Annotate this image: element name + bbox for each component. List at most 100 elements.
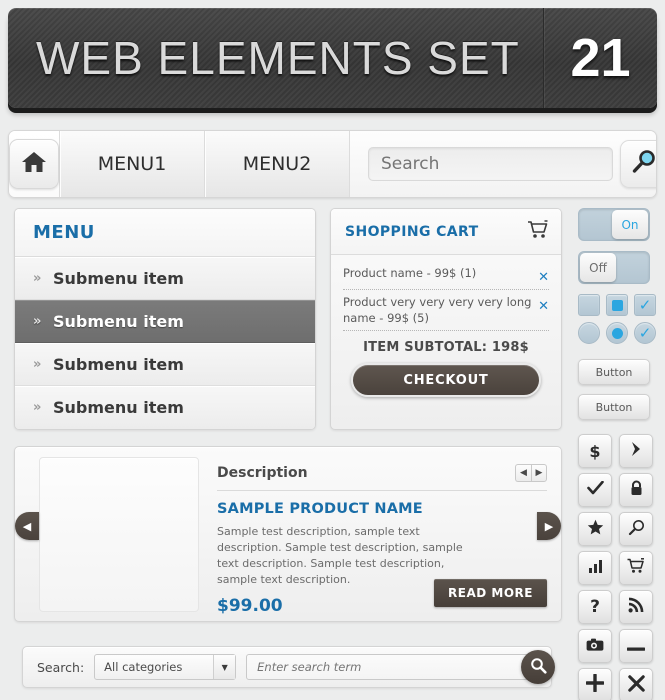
cart-items-list: Product name - 99$ (1) ✕ Product very ve… xyxy=(331,255,561,398)
toggle-knob: Off xyxy=(580,253,616,282)
close-icon xyxy=(627,674,645,696)
menu-item-3[interactable]: » Submenu item xyxy=(15,343,315,386)
product-description: Sample test description, sample text des… xyxy=(217,525,463,586)
dollar-icon: $ xyxy=(589,441,601,461)
magnifier-icon xyxy=(530,657,547,678)
rail-button-1[interactable]: Button xyxy=(578,359,650,385)
product-name: SAMPLE PRODUCT NAME xyxy=(217,501,423,517)
menu-item-4[interactable]: » Submenu item xyxy=(15,386,315,429)
icon-button-minus[interactable] xyxy=(619,629,653,663)
icon-button-help[interactable]: ? xyxy=(578,590,612,624)
product-content: Description ◀ ▶ SAMPLE PRODUCT NAME Samp… xyxy=(15,447,561,621)
menu-item-label: Submenu item xyxy=(53,354,184,374)
search-input-wrap xyxy=(246,650,555,684)
carousel-prev-button[interactable]: ◀ xyxy=(15,512,39,540)
checkbox-checked[interactable]: ✓ xyxy=(634,294,656,316)
cart-header: SHOPPING CART xyxy=(331,209,561,255)
checkout-button[interactable]: CHECKOUT xyxy=(351,363,541,398)
icon-button-cart[interactable] xyxy=(619,551,653,585)
nav-item-menu2[interactable]: MENU2 xyxy=(205,131,350,197)
main-navbar: MENU1 MENU2 xyxy=(8,130,657,198)
description-bar: Description ◀ ▶ xyxy=(217,464,547,491)
icon-button-rss[interactable] xyxy=(619,590,653,624)
search-term-input[interactable] xyxy=(246,654,551,680)
cart-item-row: Product name - 99$ (1) ✕ xyxy=(343,261,549,290)
icon-button-next[interactable] xyxy=(619,434,653,468)
bullet-icon: » xyxy=(33,356,42,372)
nav-item-menu1[interactable]: MENU1 xyxy=(60,131,205,197)
checkbox-filled[interactable] xyxy=(606,294,628,316)
menu-item-1[interactable]: » Submenu item xyxy=(15,257,315,300)
category-select[interactable]: All categories ▼ xyxy=(94,654,237,680)
toggle-switch-on[interactable]: On xyxy=(578,208,650,241)
banner-title: WEB ELEMENTS SET xyxy=(36,32,520,84)
nav-home-cell xyxy=(9,131,60,197)
icon-button-grid: $ ? xyxy=(578,434,658,700)
chevron-right-icon xyxy=(629,441,643,461)
category-select-value: All categories xyxy=(104,660,183,674)
search-icon xyxy=(628,519,645,540)
icon-button-star[interactable] xyxy=(578,512,612,546)
rss-icon xyxy=(628,597,644,617)
checkbox-row: ✓ xyxy=(578,294,658,316)
bottom-search-bar: Search: All categories ▼ xyxy=(22,646,555,688)
magnifier-icon xyxy=(630,148,656,180)
question-icon: ? xyxy=(590,597,600,617)
menu-panel-title: MENU xyxy=(15,209,315,257)
radio-row: ✓ xyxy=(578,322,658,344)
minus-icon xyxy=(627,637,645,656)
checkbox-empty[interactable] xyxy=(578,294,600,316)
menu-item-2[interactable]: » Submenu item xyxy=(15,300,315,343)
icon-button-dollar[interactable]: $ xyxy=(578,434,612,468)
pager-prev-button[interactable]: ◀ xyxy=(515,464,531,482)
icon-button-chart[interactable] xyxy=(578,551,612,585)
chevron-down-icon: ▼ xyxy=(213,655,236,679)
description-pager: ◀ ▶ xyxy=(515,464,547,482)
icon-button-check[interactable] xyxy=(578,473,612,507)
bullet-icon: » xyxy=(33,313,42,329)
camera-icon xyxy=(586,637,604,656)
product-image-placeholder xyxy=(39,456,199,612)
nav-search-input[interactable] xyxy=(368,147,613,181)
read-more-button[interactable]: READ MORE xyxy=(434,579,547,607)
radio-empty[interactable] xyxy=(578,322,600,344)
search-label: Search: xyxy=(37,659,85,675)
bullet-icon: » xyxy=(33,400,42,415)
cart-panel-title: SHOPPING CART xyxy=(345,223,479,240)
shopping-cart-icon xyxy=(627,558,645,578)
product-details: Description ◀ ▶ SAMPLE PRODUCT NAME Samp… xyxy=(217,457,547,616)
radio-checked[interactable]: ✓ xyxy=(634,322,656,344)
menu-item-label: Submenu item xyxy=(53,311,184,331)
check-icon: ✓ xyxy=(638,295,652,314)
plus-icon xyxy=(586,674,604,696)
icon-button-search[interactable] xyxy=(619,512,653,546)
rail-button-2[interactable]: Button xyxy=(578,394,650,420)
star-icon xyxy=(587,519,604,540)
shopping-cart-icon xyxy=(527,220,549,243)
nav-search-button[interactable] xyxy=(620,140,656,188)
bar-chart-icon xyxy=(588,559,603,578)
icon-button-camera[interactable] xyxy=(578,629,612,663)
icon-button-close[interactable] xyxy=(619,668,653,700)
icon-button-lock[interactable] xyxy=(619,473,653,507)
icon-button-plus[interactable] xyxy=(578,668,612,700)
radio-selected[interactable] xyxy=(606,322,628,344)
menu-panel: MENU » Submenu item » Submenu item » Sub… xyxy=(14,208,316,430)
home-icon xyxy=(21,150,47,178)
menu-item-label: Submenu item xyxy=(53,398,184,417)
menu-item-label: Submenu item xyxy=(53,268,184,288)
cart-item-name: Product name - 99$ (1) xyxy=(343,266,477,280)
home-button[interactable] xyxy=(9,139,59,189)
cart-item-remove-button[interactable]: ✕ xyxy=(538,266,549,285)
bullet-icon: » xyxy=(33,270,42,286)
banner-surface: WEB ELEMENTS SET 21 xyxy=(8,8,657,108)
toggle-switch-off[interactable]: Off xyxy=(578,251,650,284)
pager-next-button[interactable]: ▶ xyxy=(531,464,547,482)
dot-fill-icon xyxy=(611,327,623,339)
header-banner: WEB ELEMENTS SET 21 xyxy=(8,8,657,114)
product-carousel-panel: Description ◀ ▶ SAMPLE PRODUCT NAME Samp… xyxy=(14,446,562,622)
search-go-button[interactable] xyxy=(521,650,555,684)
cart-item-remove-button[interactable]: ✕ xyxy=(538,295,549,314)
controls-rail: On Off ✓ ✓ Button Button xyxy=(578,208,658,420)
square-fill-icon xyxy=(611,299,623,311)
